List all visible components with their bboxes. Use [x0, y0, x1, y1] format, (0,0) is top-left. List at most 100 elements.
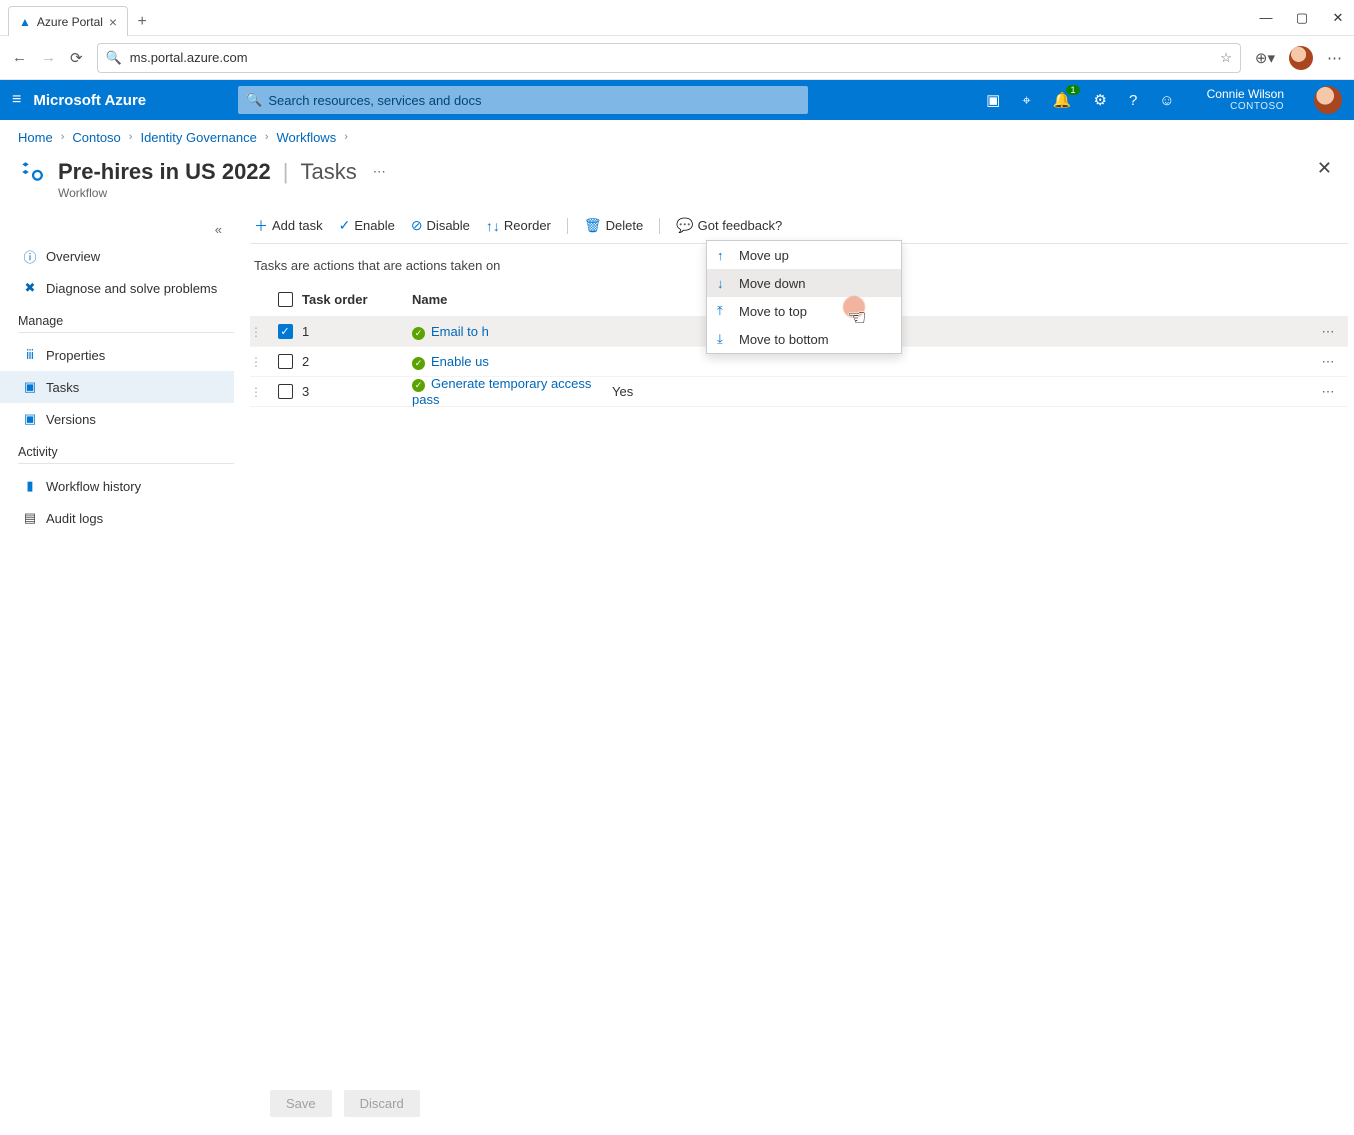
sidebar-label: Workflow history [46, 479, 141, 494]
sidebar-item-tasks[interactable]: ▣Tasks [0, 371, 234, 403]
reorder-dropdown: ↑Move up ↓Move down ⤒Move to top ⤓Move t… [706, 240, 902, 354]
sidebar-item-history[interactable]: ▮Workflow history [18, 470, 234, 502]
url-input[interactable]: 🔍 ms.portal.azure.com ☆ [97, 43, 1241, 73]
search-icon: 🔍 [246, 92, 262, 108]
collections-icon[interactable]: ⊕▾ [1255, 49, 1275, 67]
search-icon: 🔍 [106, 50, 122, 66]
sidebar-item-audit[interactable]: ▤Audit logs [18, 502, 234, 534]
dropdown-label: Move to bottom [739, 332, 829, 347]
browser-menu-icon[interactable]: ⋯ [1327, 49, 1342, 67]
button-label: Delete [606, 218, 644, 233]
sidebar-group-manage: Manage [18, 314, 234, 333]
sidebar-item-overview[interactable]: ⓘ Overview [18, 240, 234, 272]
column-name[interactable]: Name [412, 292, 612, 307]
collapse-sidebar-icon[interactable]: « [18, 222, 234, 240]
hamburger-icon[interactable]: ≡ [12, 91, 21, 109]
favorite-icon[interactable]: ☆ [1220, 50, 1232, 66]
workflow-icon [18, 158, 46, 186]
move-down-item[interactable]: ↓Move down [707, 269, 901, 297]
search-input[interactable] [268, 93, 800, 108]
chevron-right-icon: › [344, 131, 348, 143]
new-tab-button[interactable]: + [128, 8, 156, 36]
column-task-order[interactable]: Task order [302, 292, 412, 307]
close-blade-icon[interactable]: ✕ [1317, 158, 1332, 179]
save-button: Save [270, 1090, 332, 1117]
row-menu-icon[interactable]: ⋯ [1308, 384, 1348, 400]
sidebar-label: Overview [46, 249, 100, 264]
browser-tab[interactable]: ▲ Azure Portal × [8, 6, 128, 36]
move-top-item[interactable]: ⤒Move to top [707, 297, 901, 325]
button-label: Reorder [504, 218, 551, 233]
sidebar-item-diagnose[interactable]: ✖Diagnose and solve problems [18, 272, 234, 304]
sidebar-label: Diagnose and solve problems [46, 281, 217, 296]
button-label: Got feedback? [698, 218, 783, 233]
chevron-right-icon: › [129, 131, 133, 143]
move-up-item[interactable]: ↑Move up [707, 241, 901, 269]
sidebar-item-properties[interactable]: ⅲ Properties [18, 339, 234, 371]
add-task-button[interactable]: ＋Add task [254, 216, 323, 236]
select-all-checkbox[interactable] [278, 292, 293, 307]
delete-button[interactable]: 🗑Delete [584, 217, 643, 234]
reorder-button[interactable]: ↑↓ Reorder [486, 218, 551, 234]
close-icon[interactable]: × [109, 14, 117, 30]
title-separator: | [283, 159, 289, 185]
separator [659, 218, 660, 234]
brand-label[interactable]: Microsoft Azure [33, 92, 146, 109]
directory-icon[interactable]: ⌖ [1022, 92, 1030, 109]
user-block[interactable]: Connie Wilson CONTOSO [1207, 88, 1284, 112]
breadcrumb-contoso[interactable]: Contoso [72, 130, 120, 145]
drag-handle-icon[interactable]: ⋮ [250, 385, 268, 399]
sidebar-item-versions[interactable]: ▣Versions [18, 403, 234, 435]
sidebar: « ⓘ Overview ✖Diagnose and solve problems… [0, 208, 234, 534]
minimize-icon[interactable]: — [1258, 10, 1274, 25]
task-link[interactable]: Enable us [431, 354, 489, 369]
page-title: Pre-hires in US 2022 [58, 159, 271, 185]
disable-button[interactable]: ⊘Disable [411, 217, 470, 234]
properties-icon: ⅲ [22, 347, 38, 363]
breadcrumb-governance[interactable]: Identity Governance [140, 130, 256, 145]
move-bottom-item[interactable]: ⤓Move to bottom [707, 325, 901, 353]
drag-handle-icon[interactable]: ⋮ [250, 355, 268, 369]
cloud-shell-icon[interactable]: ▣ [986, 91, 1000, 109]
audit-icon: ▤ [22, 510, 38, 526]
ban-icon: ⊘ [411, 217, 423, 234]
dropdown-label: Move up [739, 248, 789, 263]
breadcrumb-home[interactable]: Home [18, 130, 53, 145]
notifications-icon[interactable]: 🔔1 [1053, 91, 1072, 109]
row-checkbox[interactable] [278, 354, 293, 369]
task-link[interactable]: Generate temporary access pass [412, 376, 591, 407]
info-icon: ⓘ [22, 247, 38, 266]
maximize-icon[interactable]: ▢ [1294, 10, 1310, 26]
back-icon[interactable]: ← [12, 49, 27, 66]
status-ok-icon: ✓ [412, 379, 425, 392]
row-checkbox[interactable]: ✓ [278, 324, 293, 339]
plus-icon: ＋ [254, 216, 268, 236]
profile-avatar[interactable] [1289, 46, 1313, 70]
breadcrumb-workflows[interactable]: Workflows [276, 130, 336, 145]
row-menu-icon[interactable]: ⋯ [1308, 354, 1348, 370]
settings-icon[interactable]: ⚙ [1094, 91, 1107, 109]
table-row[interactable]: ⋮ 3 ✓Generate temporary access pass Yes … [250, 377, 1348, 407]
status-ok-icon: ✓ [412, 327, 425, 340]
row-checkbox[interactable] [278, 384, 293, 399]
cursor-icon: ☜ [847, 305, 867, 331]
sidebar-label: Properties [46, 348, 105, 363]
arrow-top-icon: ⤒ [717, 303, 731, 319]
help-icon[interactable]: ? [1129, 92, 1137, 109]
user-org: CONTOSO [1207, 101, 1284, 112]
task-link[interactable]: Email to h [431, 324, 489, 339]
drag-handle-icon[interactable]: ⋮ [250, 325, 268, 339]
enable-button[interactable]: ✓Enable [339, 217, 395, 234]
feedback-icon[interactable]: ☺ [1159, 92, 1174, 109]
close-window-icon[interactable]: ✕ [1330, 10, 1346, 26]
more-icon[interactable]: ⋯ [369, 164, 388, 180]
azure-favicon-icon: ▲ [19, 15, 31, 29]
updown-icon: ↑↓ [486, 218, 500, 234]
url-text: ms.portal.azure.com [130, 50, 248, 65]
user-avatar[interactable] [1314, 86, 1342, 114]
refresh-icon[interactable]: ⟳ [70, 49, 83, 67]
row-menu-icon[interactable]: ⋯ [1308, 324, 1348, 340]
global-search[interactable]: 🔍 [238, 86, 808, 114]
feedback-button[interactable]: 💬Got feedback? [676, 217, 782, 234]
sidebar-label: Tasks [46, 380, 79, 395]
